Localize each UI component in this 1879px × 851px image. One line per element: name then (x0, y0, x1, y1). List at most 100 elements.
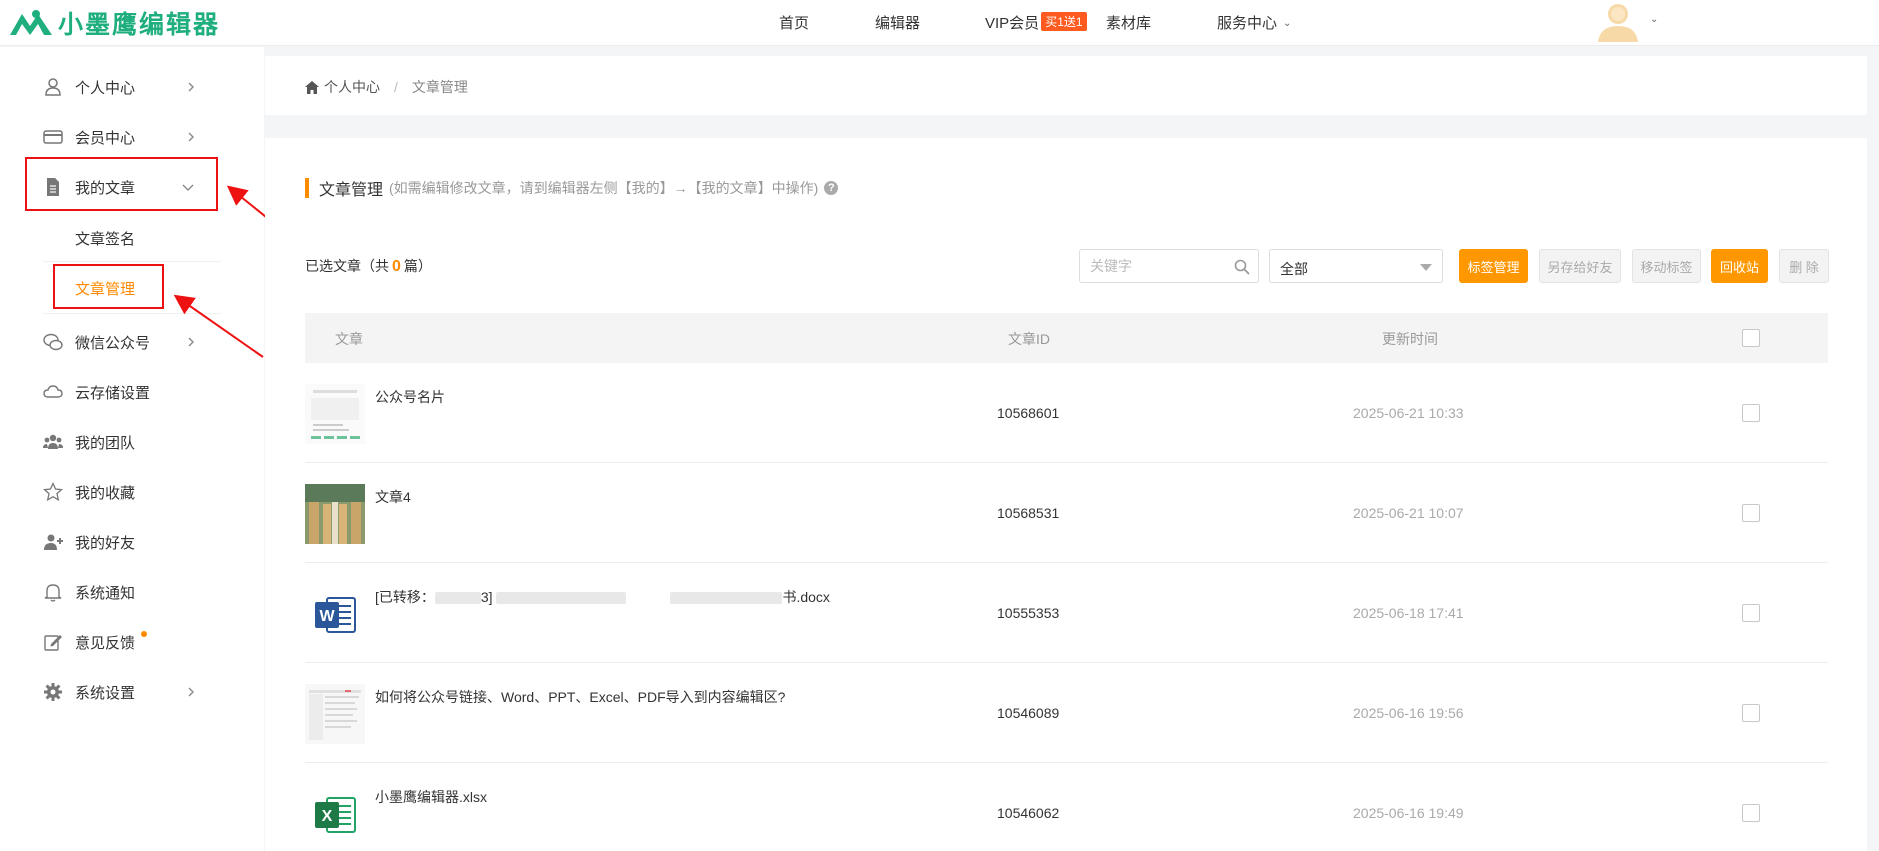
card-icon (43, 130, 63, 144)
sidebar-item-system-settings[interactable]: 系统设置 (0, 667, 264, 717)
sidebar-item-personal-center[interactable]: 个人中心 (0, 62, 264, 112)
save-to-friend-button[interactable]: 另存给好友 (1539, 249, 1621, 283)
article-thumbnail (305, 384, 365, 444)
article-title-suffix: 书.docx (782, 589, 830, 605)
annotation-box-my-articles (25, 157, 218, 211)
sidebar-item-label: 系统设置 (75, 684, 136, 702)
nav-vip[interactable]: VIP会员 买1送1 (985, 12, 1087, 33)
chevron-down-icon: ⌄ (1283, 18, 1292, 29)
article-updated-time: 2025-06-21 10:33 (1353, 405, 1464, 421)
sidebar-item-member-center[interactable]: 会员中心 (0, 112, 264, 162)
sidebar-item-label: 系统通知 (75, 584, 136, 602)
gear-icon (44, 683, 62, 701)
article-updated-time: 2025-06-16 19:56 (1353, 705, 1464, 721)
sidebar-item-wechat[interactable]: 微信公众号 (0, 317, 264, 367)
star-icon (43, 482, 63, 502)
breadcrumb-home[interactable]: 个人中心 (324, 77, 380, 97)
cloud-icon (43, 385, 63, 398)
wechat-icon (43, 333, 63, 351)
row-checkbox[interactable] (1742, 804, 1760, 822)
article-title[interactable]: 如何将公众号链接、Word、PPT、Excel、PDF导入到内容编辑区? (375, 687, 785, 707)
article-updated-time: 2025-06-16 19:49 (1353, 805, 1464, 821)
bell-icon (44, 584, 62, 602)
recycle-bin-button[interactable]: 回收站 (1711, 249, 1768, 283)
article-thumbnail (305, 484, 365, 544)
column-article: 文章 (335, 331, 363, 347)
sidebar-item-my-team[interactable]: 我的团队 (0, 417, 264, 467)
breadcrumb-separator: / (394, 79, 398, 95)
top-bar: 小墨鹰编辑器 首页 编辑器 VIP会员 买1送1 素材库 服务中心 ⌄ ⌄ (0, 0, 1879, 46)
table-row[interactable]: W [已转移： 3] 书.docx 10555353 2025-06-18 17:… (305, 563, 1828, 663)
table-row[interactable]: 如何将公众号链接、Word、PPT、Excel、PDF导入到内容编辑区? 105… (305, 663, 1828, 763)
select-all-checkbox[interactable] (1742, 329, 1760, 347)
annotation-box-article-manage (53, 264, 164, 309)
sidebar-item-label: 意见反馈 (75, 634, 136, 652)
nav-home[interactable]: 首页 (779, 12, 809, 33)
article-title[interactable]: 文章4 (375, 487, 411, 507)
divider (43, 313, 221, 314)
logo[interactable]: 小墨鹰编辑器 (8, 6, 220, 40)
search-box[interactable] (1079, 249, 1259, 283)
home-icon (305, 80, 319, 94)
redacted-text (670, 592, 783, 605)
table-row[interactable]: 公众号名片 10568601 2025-06-21 10:33 (305, 363, 1828, 463)
article-title[interactable]: 小墨鹰编辑器.xlsx (375, 787, 487, 807)
nav-materials[interactable]: 素材库 (1106, 12, 1151, 33)
nav-vip-label: VIP会员 (985, 15, 1040, 32)
sidebar-item-label: 云存储设置 (75, 384, 151, 402)
divider (43, 261, 221, 262)
article-updated-time: 2025-06-18 17:41 (1353, 605, 1464, 621)
article-id: 10555353 (997, 605, 1060, 621)
title-accent-bar (305, 178, 309, 198)
sidebar-item-notifications[interactable]: 系统通知 (0, 567, 264, 617)
team-icon (43, 434, 63, 449)
row-checkbox[interactable] (1742, 704, 1760, 722)
nav-service-label: 服务中心 (1217, 15, 1278, 32)
sidebar-item-label: 我的好友 (75, 534, 136, 552)
sidebar-item-feedback[interactable]: 意见反馈 (0, 617, 264, 667)
sidebar-item-label: 我的收藏 (75, 484, 136, 502)
nav-service-center[interactable]: 服务中心 ⌄ (1217, 12, 1291, 33)
sidebar-item-friends[interactable]: 我的好友 (0, 517, 264, 567)
article-title[interactable]: [已转移： 3] 书.docx (375, 587, 830, 607)
column-updated: 更新时间 (1382, 331, 1438, 347)
article-id: 10568531 (997, 505, 1060, 521)
article-id: 10546089 (997, 705, 1060, 721)
page-title: 文章管理 (319, 182, 384, 199)
sidebar-item-label: 个人中心 (75, 79, 136, 97)
avatar-chevron-down-icon[interactable]: ⌄ (1650, 14, 1658, 25)
sidebar-item-favorites[interactable]: 我的收藏 (0, 467, 264, 517)
filter-select[interactable]: 全部 (1269, 249, 1443, 283)
section-title: 文章管理 (如需编辑修改文章，请到编辑器左侧【我的】→【我的文章】中操作) ? (305, 178, 839, 199)
vip-promo-badge: 买1送1 (1041, 12, 1087, 31)
help-icon[interactable]: ? (824, 181, 839, 195)
article-thumbnail (305, 684, 365, 744)
logo-text: 小墨鹰编辑器 (58, 10, 221, 39)
notification-dot (141, 631, 147, 637)
row-checkbox[interactable] (1742, 404, 1760, 422)
tag-manage-button[interactable]: 标签管理 (1459, 249, 1528, 283)
svg-text:W: W (319, 608, 335, 625)
avatar[interactable] (1592, 0, 1644, 42)
article-updated-time: 2025-06-21 10:07 (1353, 505, 1464, 521)
excel-icon: X (315, 797, 356, 833)
sidebar-item-cloud-storage[interactable]: 云存储设置 (0, 367, 264, 417)
search-input[interactable] (1090, 258, 1230, 274)
redacted-text (496, 592, 627, 605)
word-icon: W (315, 597, 356, 633)
delete-button[interactable]: 删 除 (1779, 249, 1829, 283)
move-tag-button[interactable]: 移动标签 (1632, 249, 1701, 283)
sidebar-subitem-article-signature[interactable]: 文章签名 (75, 228, 135, 249)
row-checkbox[interactable] (1742, 604, 1760, 622)
nav-editor[interactable]: 编辑器 (875, 12, 920, 33)
article-title-prefix: [已转移： (375, 589, 435, 605)
article-id: 10546062 (997, 805, 1060, 821)
filter-value: 全部 (1280, 261, 1308, 277)
breadcrumb-card (265, 56, 1867, 115)
table-header: 文章 文章ID 更新时间 (305, 313, 1828, 363)
row-checkbox[interactable] (1742, 504, 1760, 522)
article-title[interactable]: 公众号名片 (375, 387, 445, 407)
search-icon[interactable] (1234, 259, 1250, 275)
table-row[interactable]: X 小墨鹰编辑器.xlsx 10546062 2025-06-16 19:49 (305, 763, 1828, 851)
table-row[interactable]: 文章4 10568531 2025-06-21 10:07 (305, 463, 1828, 563)
